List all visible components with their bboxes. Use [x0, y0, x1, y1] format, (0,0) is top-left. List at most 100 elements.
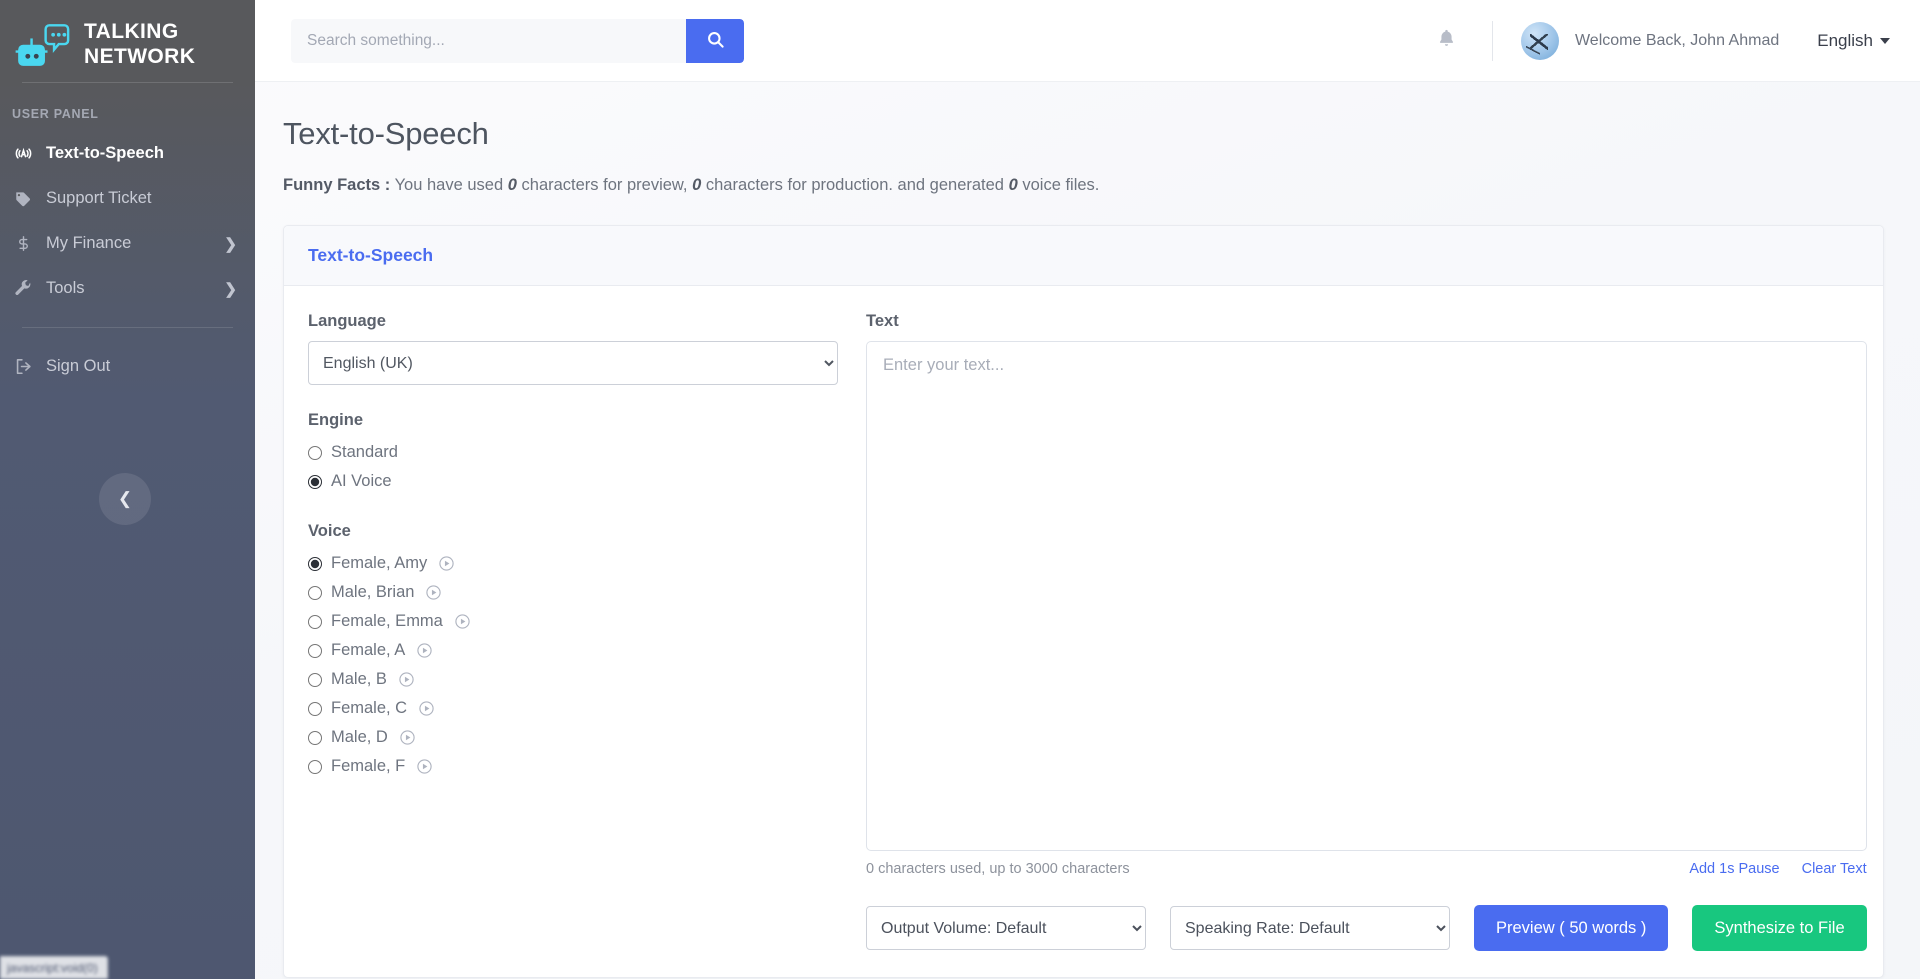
- voice-option-male-b[interactable]: Male, B: [308, 665, 838, 694]
- sidebar-item-text-to-speech[interactable]: Text-to-Speech: [0, 131, 255, 176]
- sidebar-item-label: Support Ticket: [46, 189, 152, 207]
- synthesize-to-file-button[interactable]: Synthesize to File: [1692, 905, 1867, 951]
- play-circle-icon[interactable]: [418, 700, 435, 717]
- facts-files-count: 0: [1008, 176, 1018, 194]
- chevron-right-icon: ❯: [224, 235, 237, 253]
- main-area: Welcome Back, John Ahmad English Text-to…: [255, 0, 1920, 979]
- user-panel-label: USER PANEL: [12, 107, 99, 121]
- play-circle-icon[interactable]: [416, 758, 433, 775]
- engine-option-standard[interactable]: Standard: [308, 438, 838, 467]
- sidebar-item-label: Text-to-Speech: [46, 144, 164, 162]
- browser-status-bar: javascript:void(0): [0, 956, 108, 979]
- page-content: Text-to-Speech Funny Facts : You have us…: [255, 82, 1920, 979]
- character-counter: 0 characters used, up to 3000 characters: [866, 861, 1130, 877]
- engine-option-ai-voice[interactable]: AI Voice: [308, 467, 838, 496]
- topbar-right: Welcome Back, John Ahmad English: [1424, 18, 1894, 64]
- voice-radio[interactable]: [308, 643, 322, 658]
- language-selector[interactable]: English: [1813, 25, 1894, 57]
- app-root: TALKING NETWORK USER PANEL Text-to-Speec…: [0, 0, 1920, 979]
- output-volume-select[interactable]: Output Volume: Default: [866, 906, 1146, 950]
- engine-option-label: AI Voice: [331, 472, 392, 490]
- engine-radio-ai-voice[interactable]: [308, 474, 322, 489]
- topbar-divider: [1491, 20, 1493, 61]
- voice-radio[interactable]: [308, 701, 322, 716]
- voice-option-male-brian[interactable]: Male, Brian: [308, 578, 838, 607]
- add-pause-link[interactable]: Add 1s Pause: [1689, 861, 1779, 877]
- brand-title: TALKING NETWORK: [84, 20, 195, 70]
- tag-icon: [12, 190, 34, 208]
- engine-option-label: Standard: [331, 443, 398, 461]
- chevron-left-icon: ❮: [117, 489, 133, 508]
- sidebar-item-my-finance[interactable]: My Finance ❯: [0, 221, 255, 266]
- text-input[interactable]: [866, 341, 1867, 851]
- sidebar-item-sign-out[interactable]: Sign Out: [0, 344, 255, 389]
- play-circle-icon[interactable]: [399, 729, 416, 746]
- voice-option-male-d[interactable]: Male, D: [308, 723, 838, 752]
- voice-radio[interactable]: [308, 759, 322, 774]
- voice-option-female-amy[interactable]: Female, Amy: [308, 549, 838, 578]
- voice-radio[interactable]: [308, 556, 322, 571]
- brand[interactable]: TALKING NETWORK: [0, 0, 255, 82]
- voice-radio[interactable]: [308, 730, 322, 745]
- text-label: Text: [866, 312, 899, 330]
- topbar: Welcome Back, John Ahmad English: [255, 0, 1920, 82]
- notifications-button[interactable]: [1424, 18, 1470, 64]
- voice-radio[interactable]: [308, 585, 322, 600]
- search-bar: [291, 18, 744, 63]
- voice-option-label: Female, F: [331, 757, 406, 775]
- sidebar-collapse-button[interactable]: ❮: [99, 473, 151, 525]
- engine-radio-standard[interactable]: [308, 445, 322, 460]
- text-meta-row: 0 characters used, up to 3000 characters…: [866, 861, 1867, 877]
- sidebar-divider: [22, 327, 233, 328]
- language-label: Language: [308, 312, 386, 330]
- engine-label: Engine: [308, 411, 364, 429]
- voice-option-female-a[interactable]: Female, A: [308, 636, 838, 665]
- voice-option-label: Female, Amy: [331, 554, 428, 572]
- search-input[interactable]: [291, 18, 686, 63]
- funny-facts-label: Funny Facts :: [283, 176, 391, 194]
- voice-option-female-c[interactable]: Female, C: [308, 694, 838, 723]
- broadcast-a-icon: [12, 144, 34, 163]
- avatar[interactable]: [1520, 21, 1559, 60]
- sidebar-item-label: My Finance: [46, 234, 132, 252]
- sign-out-icon: [12, 357, 34, 376]
- facts-text-2: characters for preview,: [521, 176, 688, 194]
- play-circle-icon[interactable]: [438, 555, 455, 572]
- voice-option-label: Male, Brian: [331, 583, 415, 601]
- bell-icon: [1436, 28, 1457, 54]
- facts-text-1: You have used: [394, 176, 504, 194]
- voice-radio[interactable]: [308, 614, 322, 629]
- play-circle-icon[interactable]: [425, 584, 442, 601]
- speaking-rate-select[interactable]: Speaking Rate: Default: [1170, 906, 1450, 950]
- sidebar-item-support-ticket[interactable]: Support Ticket: [0, 176, 255, 221]
- text-column: Text 0 characters used, up to 3000 chara…: [866, 312, 1867, 951]
- card-body: Language English (UK) Engine Standard AI…: [284, 286, 1883, 977]
- facts-text-3: characters for production. and generated: [705, 176, 1004, 194]
- tts-card: Text-to-Speech Language English (UK) Eng…: [283, 225, 1884, 978]
- facts-text-4: voice files.: [1022, 176, 1100, 194]
- voice-option-label: Male, D: [331, 728, 388, 746]
- page-title: Text-to-Speech: [283, 116, 489, 151]
- voice-option-label: Female, A: [331, 641, 406, 659]
- dollar-icon: [12, 234, 34, 253]
- facts-production-count: 0: [692, 176, 702, 194]
- sidebar-item-label: Tools: [46, 279, 85, 297]
- play-circle-icon[interactable]: [454, 613, 471, 630]
- play-circle-icon[interactable]: [416, 642, 433, 659]
- play-circle-icon[interactable]: [398, 671, 415, 688]
- search-icon: [706, 30, 725, 52]
- voice-option-female-f[interactable]: Female, F: [308, 752, 838, 781]
- voice-option-female-emma[interactable]: Female, Emma: [308, 607, 838, 636]
- sidebar-item-tools[interactable]: Tools ❯: [0, 266, 255, 311]
- caret-down-icon: [1880, 37, 1890, 44]
- search-button[interactable]: [686, 18, 744, 63]
- sidebar-nav: Text-to-Speech Support Ticket My Finance…: [0, 131, 255, 389]
- language-select[interactable]: English (UK): [308, 341, 838, 385]
- facts-preview-count: 0: [507, 176, 517, 194]
- voice-radio[interactable]: [308, 672, 322, 687]
- controls-row: Output Volume: Default Speaking Rate: De…: [866, 905, 1867, 951]
- clear-text-link[interactable]: Clear Text: [1802, 861, 1867, 877]
- options-column: Language English (UK) Engine Standard AI…: [308, 312, 838, 951]
- preview-button[interactable]: Preview ( 50 words ): [1474, 905, 1669, 951]
- funny-facts: Funny Facts : You have used 0 characters…: [283, 176, 1884, 195]
